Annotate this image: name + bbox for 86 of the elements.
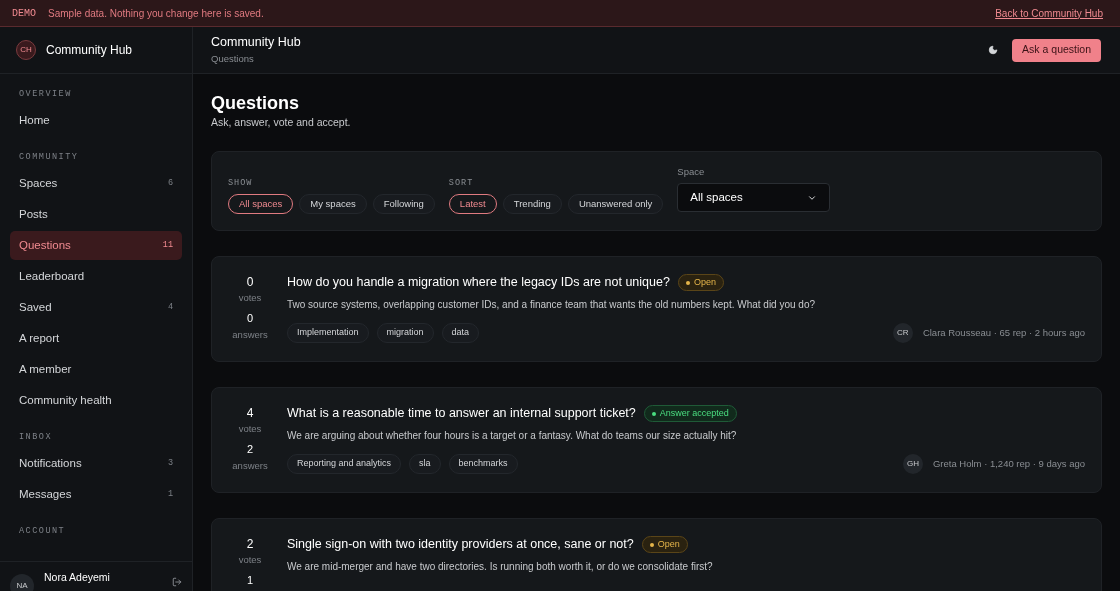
nav-item[interactable]: Questions 11 (10, 231, 182, 260)
question-title[interactable]: Single sign-on with two identity providers at once, sane or not? (287, 535, 634, 555)
tag-chip[interactable]: benchmarks (448, 453, 518, 474)
nav-label: Notifications (19, 455, 82, 471)
nav-label: Spaces (19, 175, 58, 191)
filter-chip[interactable]: My spaces (299, 194, 367, 215)
nav-item[interactable]: Community health (10, 386, 182, 415)
answer-count: 2 (246, 442, 254, 457)
votes-label: votes (238, 552, 262, 567)
tag-chip[interactable]: data (441, 322, 480, 343)
brand-name: Community Hub (46, 42, 133, 59)
brand-avatar: CH (16, 40, 36, 60)
nav-item[interactable]: Messages 1 (10, 480, 182, 509)
tag-chip[interactable]: Reporting and analytics (287, 453, 402, 474)
section-heading: ACCOUNT (18, 524, 67, 538)
nav-item[interactable]: Leaderboard (10, 262, 182, 291)
answer-count: 0 (246, 311, 254, 326)
nav-label: Leaderboard (19, 268, 85, 284)
question-card[interactable] (211, 255, 1102, 362)
nav-item[interactable]: Saved 4 (10, 293, 182, 322)
section-heading: INBOX (18, 430, 53, 444)
vote-count: 4 (246, 404, 254, 421)
nav-label: Questions (19, 237, 71, 253)
nav-label: Posts (19, 206, 48, 222)
nav-count: 11 (162, 239, 173, 252)
question-excerpt: Two source systems, overlapping customer IDs, and a finance team that wants the old numbers kept. What did you do? (287, 297, 817, 312)
nav-item[interactable]: Posts (10, 200, 182, 229)
nav-count: 1 (167, 488, 173, 501)
question-card[interactable]: 2 votes 1 Single sign-on with two identity providers at once, sane or not? Open We are mid-merger and have two directories. Is running both worth it, or do we consolidate first? (211, 517, 1102, 591)
filter-label: SHOW (228, 177, 254, 191)
question-card[interactable] (211, 386, 1102, 493)
filter-chip[interactable]: Trending (502, 194, 562, 215)
page-subtitle: Ask, answer, vote and accept. (211, 115, 352, 130)
section-heading: COMMUNITY (18, 150, 80, 164)
nav-item[interactable]: Notifications 3 (10, 449, 182, 478)
demo-tag: DEMO (12, 5, 36, 21)
nav-count: 4 (167, 301, 173, 314)
nav-label: Messages (19, 486, 72, 502)
status-badge: Open (641, 536, 688, 554)
ask-question-button[interactable]: Ask a question (1012, 38, 1101, 62)
tag-chip[interactable]: migration (376, 322, 434, 343)
vote-count: 2 (246, 535, 254, 552)
author-meta: Clara Rousseau · 65 rep · 2 hours ago (922, 325, 1085, 340)
tag-chip[interactable]: sla (409, 453, 441, 474)
question-excerpt: We are arguing about whether four hours is a target or a fantasy. What do teams our size actually hit? (287, 428, 738, 443)
tag-chip[interactable]: Implementation (287, 322, 369, 343)
votes-label: votes (238, 421, 262, 436)
nav-item[interactable]: Home (10, 106, 182, 135)
nav-label: Community health (19, 392, 112, 408)
answer-count: 1 (246, 573, 254, 588)
status-badge: Answer accepted (643, 405, 737, 423)
author-meta: Greta Holm · 1,240 rep · 9 days ago (932, 456, 1085, 471)
nav-label: Saved (19, 299, 52, 315)
question-excerpt: We are mid-merger and have two directories. Is running both worth it, or do we consolidate first? (287, 559, 714, 574)
filter-chip[interactable]: Following (372, 194, 435, 215)
logout-icon[interactable] (172, 577, 182, 587)
nav-item[interactable]: A member (10, 355, 182, 384)
question-title[interactable]: What is a reasonable time to answer an internal support ticket? (287, 404, 636, 424)
author-avatar: CR (892, 322, 913, 343)
nav-label: A report (19, 330, 60, 346)
status-badge: Open (677, 274, 724, 292)
vote-count: 0 (246, 273, 254, 290)
banner-message: Sample data. Nothing you change here is saved. (48, 6, 264, 21)
nav-label: Home (19, 112, 50, 128)
user-avatar: NA (10, 574, 34, 591)
theme-toggle-icon[interactable] (988, 45, 999, 55)
space-label: Space (677, 165, 706, 180)
user-name: Nora Adeyemi (44, 570, 110, 585)
filter-label: SORT (448, 177, 475, 191)
nav-count: 3 (167, 457, 173, 470)
section-heading: OVERVIEW (18, 87, 73, 101)
nav-item[interactable]: A report (10, 324, 182, 353)
votes-label: votes (238, 290, 262, 305)
nav-label: A member (19, 361, 72, 377)
space-select[interactable]: All spaces (677, 183, 831, 213)
breadcrumb: Questions (211, 51, 255, 66)
filter-chip[interactable]: Unanswered only (567, 194, 664, 215)
nav-item[interactable]: Spaces 6 (10, 169, 182, 198)
nav-count: 6 (167, 177, 173, 190)
header-title: Community Hub (211, 33, 301, 50)
question-title[interactable]: How do you handle a migration where the legacy IDs are not unique? (287, 273, 670, 293)
answers-label: answers (232, 458, 268, 473)
answers-label: answers (232, 327, 268, 342)
page-title: Questions (211, 92, 300, 114)
author-avatar: GH (902, 453, 923, 474)
back-link[interactable]: Back to Community Hub (995, 5, 1103, 21)
